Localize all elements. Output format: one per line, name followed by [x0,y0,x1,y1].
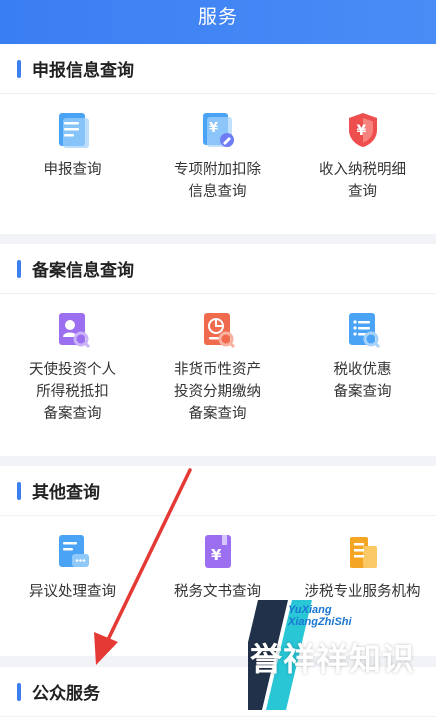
watermark-en-line: XiangZhiShi [288,616,352,628]
document-icon [55,110,91,150]
message-document-icon [55,532,91,572]
item-label: 异议处理查询 [29,584,116,600]
item-tax-service-agency[interactable]: 涉税专业服务机构 [290,516,435,603]
item-special-deduction-query[interactable]: ¥ 专项附加扣除 信息查询 [145,94,290,203]
yen-book-icon: ¥ [200,532,236,572]
section-filing-query: 备案信息查询 天使投资个人 所得税抵扣 备案查询 非货币性资产 投资分期缴纳 备… [0,244,436,456]
item-tax-document-query[interactable]: ¥ 税务文书查询 [145,516,290,603]
top-bar: 服务 [0,0,436,44]
section-header: 其他查询 [0,466,436,516]
yen-shield-icon: ¥ [345,110,381,150]
section-title: 备案信息查询 [32,261,134,281]
page-title: 服务 [197,6,238,28]
section-declaration-query: 申报信息查询 申报查询 ¥ 专项附加扣除 信息查询 ¥ 收入纳税明细 查询 [0,44,436,234]
watermark-main-text: 誉祥祥知识 [250,640,416,678]
section-header: 备案信息查询 [0,244,436,294]
watermark-en-text: YuXiang XiangZhiShi [288,604,352,628]
section-accent-bar [17,682,21,701]
item-label: 申报查询 [43,162,102,178]
item-angel-investment-filing-query[interactable]: 天使投资个人 所得税抵扣 备案查询 [0,294,145,425]
yen-document-icon: ¥ [200,110,236,150]
section-accent-bar [17,259,21,278]
item-declaration-query[interactable]: 申报查询 [0,94,145,203]
item-label: 非货币性资产 投资分期缴纳 备案查询 [174,362,261,422]
svg-text:¥: ¥ [356,123,366,139]
person-search-icon [55,310,91,350]
item-nonmonetary-asset-filing-query[interactable]: 非货币性资产 投资分期缴纳 备案查询 [145,294,290,425]
section-accent-bar [17,59,21,78]
section-title: 申报信息查询 [32,61,134,81]
watermark-logo: YuXiang XiangZhiShi 誉祥祥知识 [248,600,436,710]
section-title: 公众服务 [32,684,100,704]
item-label: 天使投资个人 所得税抵扣 备案查询 [29,362,116,422]
building-icon [345,532,381,572]
item-tax-incentive-filing-query[interactable]: 税收优惠 备案查询 [290,294,435,425]
watermark-en-line: YuXiang [288,604,332,616]
item-objection-handling-query[interactable]: 异议处理查询 [0,516,145,603]
section-title: 其他查询 [32,483,100,503]
section-header: 申报信息查询 [0,44,436,94]
section-accent-bar [17,481,21,500]
svg-text:¥: ¥ [209,121,218,136]
item-label: 收入纳税明细 查询 [319,162,406,200]
item-label: 税收优惠 备案查询 [333,362,392,400]
item-label: 专项附加扣除 信息查询 [174,162,261,200]
svg-text:¥: ¥ [211,546,222,564]
list-search-icon [345,310,381,350]
chart-search-icon [200,310,236,350]
item-income-tax-detail-query[interactable]: ¥ 收入纳税明细 查询 [290,94,435,203]
